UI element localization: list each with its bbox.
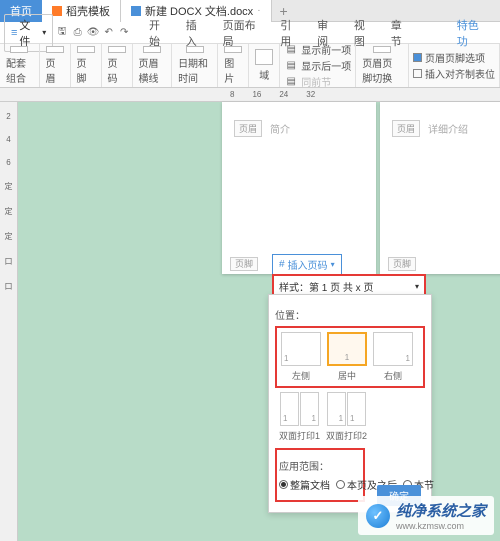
chevron-down-icon: ▾: [415, 282, 419, 291]
page2-footer[interactable]: 页脚: [388, 257, 416, 270]
ribbon-switch[interactable]: 页眉页脚切换: [356, 44, 409, 87]
show-next[interactable]: 显示后一项: [301, 58, 351, 73]
horizontal-ruler: 8162432: [0, 88, 500, 102]
hf-options[interactable]: 页眉页脚选项: [425, 50, 485, 65]
duplex-thumbs: 11 双面打印1 11 双面打印2: [279, 392, 425, 442]
pagenum-icon: #: [279, 259, 285, 270]
ribbon-field[interactable]: 域: [249, 44, 280, 87]
footer-tag: 页脚: [230, 257, 258, 271]
print-icon[interactable]: ⎙: [71, 26, 85, 40]
page1-footer[interactable]: 页脚: [230, 257, 258, 270]
preview-icon[interactable]: 👁: [86, 26, 100, 40]
ribbon-image[interactable]: 图片: [218, 44, 249, 87]
check-icon[interactable]: [413, 69, 422, 78]
same-prev[interactable]: 同前节: [301, 74, 331, 89]
check-icon[interactable]: [413, 53, 422, 62]
pos-duplex1[interactable]: 11 双面打印1: [279, 392, 320, 442]
watermark-url: www.kzmsw.com: [396, 521, 486, 531]
save-icon[interactable]: 🖫: [55, 26, 69, 40]
word-icon: [131, 6, 141, 16]
show-prev[interactable]: 显示前一项: [301, 42, 351, 57]
watermark-brand: 纯净系统之家: [396, 500, 486, 521]
undo-icon[interactable]: ↶: [102, 26, 116, 40]
page-2[interactable]: 页眉 详细介绍 页脚: [380, 102, 500, 274]
ribbon-combo[interactable]: 配套组合: [0, 44, 40, 87]
page1-title: 简介: [270, 121, 290, 136]
pos-duplex2[interactable]: 11 双面打印2: [326, 392, 367, 442]
scope-section: 应用范围： 整篇文档 本页及之后 本节: [275, 448, 365, 502]
ribbon-datetime[interactable]: 日期和时间: [172, 44, 218, 87]
insert-pagenum-button[interactable]: # 插入页码▾: [272, 254, 342, 275]
page2-header[interactable]: 页眉 详细介绍: [392, 120, 500, 137]
pos-right[interactable]: 1 右侧: [373, 332, 413, 382]
prev-icon[interactable]: ▤: [284, 43, 298, 57]
ribbon-hline[interactable]: 页眉横线: [133, 44, 173, 87]
template-icon: [52, 6, 62, 16]
link-icon[interactable]: ▤: [284, 75, 298, 89]
menu-bar: ≡文件▾ 🖫 ⎙ 👁 ↶ ↷ 开始 插入 页面布局 引用 审阅 视图 章节 特色…: [0, 22, 500, 44]
position-thumbs: 1 左侧 1 居中 1 右侧: [275, 326, 425, 388]
scope-label: 应用范围：: [279, 458, 361, 473]
pagenum-popup: 位置： 1 左侧 1 居中 1 右侧 11 双面打印1: [268, 294, 432, 513]
pos-left[interactable]: 1 左侧: [281, 332, 321, 382]
scope-whole[interactable]: 整篇文档: [279, 477, 330, 492]
watermark-logo: ✓: [366, 504, 390, 528]
ribbon: 配套组合 页眉 页脚 页码 页眉横线 日期和时间 图片 域 ▤显示前一项 ▤显示…: [0, 44, 500, 88]
page-1[interactable]: 页眉 简介 页脚: [222, 102, 376, 274]
tab-templates[interactable]: 稻壳模板: [42, 0, 121, 22]
header-tag: 页眉: [234, 120, 262, 137]
vertical-ruler: 246 定定定 口口: [0, 102, 18, 541]
redo-icon[interactable]: ↷: [117, 26, 131, 40]
workspace: 246 定定定 口口 页眉 简介 页脚 页眉 详细介绍 页脚 # 插入页码▾: [0, 102, 500, 541]
next-icon[interactable]: ▤: [284, 59, 298, 73]
ribbon-header[interactable]: 页眉: [40, 44, 71, 87]
page1-header[interactable]: 页眉 简介: [234, 120, 364, 137]
watermark: ✓ 纯净系统之家 www.kzmsw.com: [358, 496, 494, 535]
pos-center[interactable]: 1 居中: [327, 332, 367, 382]
header-tag: 页眉: [392, 120, 420, 137]
ribbon-footer[interactable]: 页脚: [71, 44, 102, 87]
page2-title: 详细介绍: [428, 121, 468, 136]
footer-tag: 页脚: [388, 257, 416, 271]
position-label: 位置：: [275, 307, 425, 322]
ribbon-pagenum[interactable]: 页码: [102, 44, 133, 87]
ribbon-opts: 页眉页脚选项 插入对齐制表位: [409, 44, 500, 87]
align-tab[interactable]: 插入对齐制表位: [425, 66, 495, 81]
ribbon-nav: ▤显示前一项 ▤显示后一项 ▤同前节: [280, 44, 356, 87]
page-area[interactable]: 页眉 简介 页脚 页眉 详细介绍 页脚 # 插入页码▾ 样式：第 1 页 共 x…: [18, 102, 500, 541]
